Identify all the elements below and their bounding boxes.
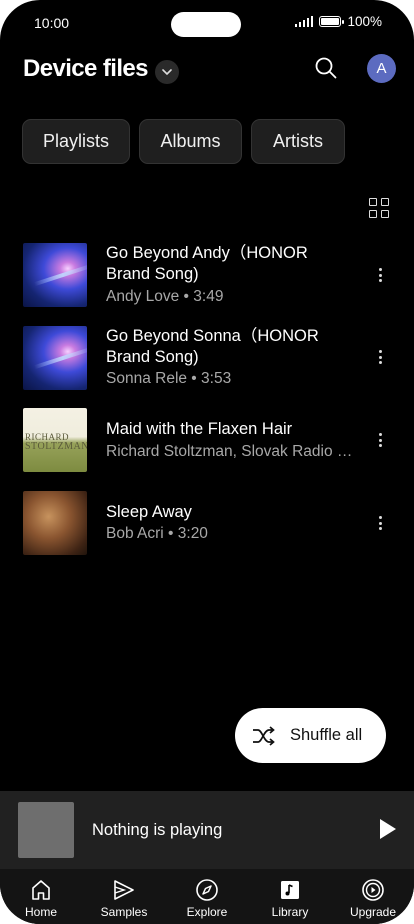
status-time: 10:00	[34, 15, 70, 31]
nav-explore[interactable]: Explore	[166, 869, 248, 924]
status-bar: 10:00 100%	[0, 0, 414, 46]
album-art	[23, 326, 87, 390]
mini-player[interactable]: Nothing is playing	[0, 791, 414, 869]
shuffle-icon	[253, 726, 275, 746]
library-icon	[281, 881, 299, 899]
more-options-icon[interactable]	[372, 514, 388, 532]
album-art	[23, 491, 87, 555]
search-icon[interactable]	[313, 55, 339, 81]
nav-label: Explore	[186, 905, 228, 919]
chip-artists[interactable]: Artists	[251, 119, 345, 164]
track-row[interactable]: RICHARD STOLTZMAN Maid with the Flaxen H…	[0, 405, 414, 475]
track-title: Go Beyond Andy（HONOR Brand Song)	[106, 244, 308, 283]
track-row[interactable]: Go Beyond Sonna（HONOR Brand Song) Sonna …	[0, 323, 414, 393]
samples-icon	[114, 880, 134, 900]
nav-library[interactable]: Library	[249, 869, 331, 924]
battery-percent: 100%	[347, 14, 382, 29]
album-art-text: STOLTZMAN	[25, 441, 87, 452]
shuffle-all-button[interactable]: Shuffle all	[235, 708, 386, 763]
chip-playlists[interactable]: Playlists	[22, 119, 130, 164]
track-row[interactable]: Sleep Away Bob Acri • 3:20	[0, 488, 414, 558]
mini-player-art	[18, 802, 74, 858]
battery-icon	[319, 16, 345, 27]
shuffle-label: Shuffle all	[290, 726, 363, 744]
signal-icon	[294, 16, 314, 27]
app-screen: 10:00 100% Device files A Playlists Albu…	[0, 0, 414, 924]
play-icon[interactable]	[380, 819, 396, 839]
track-row[interactable]: Go Beyond Andy（HONOR Brand Song) Andy Lo…	[0, 240, 414, 310]
track-subtitle: Sonna Rele • 3:53	[106, 370, 232, 387]
chip-albums[interactable]: Albums	[139, 119, 242, 164]
album-art: RICHARD STOLTZMAN	[23, 408, 87, 472]
page-title[interactable]: Device files	[23, 55, 148, 83]
grid-view-icon[interactable]	[369, 198, 389, 218]
mini-player-text: Nothing is playing	[92, 821, 223, 839]
chevron-down-icon[interactable]	[155, 60, 179, 84]
camera-cutout	[171, 12, 241, 37]
nav-label: Library	[271, 905, 309, 919]
bottom-nav: Home Samples Explore Library Upgrade	[0, 869, 414, 924]
status-indicators: 100%	[294, 14, 382, 29]
nav-label: Samples	[100, 905, 148, 919]
nav-samples[interactable]: Samples	[83, 869, 165, 924]
home-icon	[32, 880, 50, 900]
nav-upgrade[interactable]: Upgrade	[332, 869, 414, 924]
more-options-icon[interactable]	[372, 266, 388, 284]
compass-icon	[196, 879, 218, 901]
track-title: Go Beyond Sonna（HONOR Brand Song)	[106, 327, 319, 366]
track-subtitle: Richard Stoltzman, Slovak Radio Symphony…	[106, 443, 354, 460]
more-options-icon[interactable]	[372, 348, 388, 366]
nav-label: Home	[24, 905, 57, 919]
track-title: Maid with the Flaxen Hair	[106, 420, 293, 438]
track-title: Sleep Away	[106, 503, 192, 521]
nav-label: Upgrade	[349, 905, 397, 919]
track-subtitle: Andy Love • 3:49	[106, 288, 224, 305]
upgrade-icon	[362, 879, 384, 901]
more-options-icon[interactable]	[372, 431, 388, 449]
avatar[interactable]: A	[367, 54, 396, 83]
album-art	[23, 243, 87, 307]
track-subtitle: Bob Acri • 3:20	[106, 525, 208, 542]
nav-home[interactable]: Home	[0, 869, 82, 924]
